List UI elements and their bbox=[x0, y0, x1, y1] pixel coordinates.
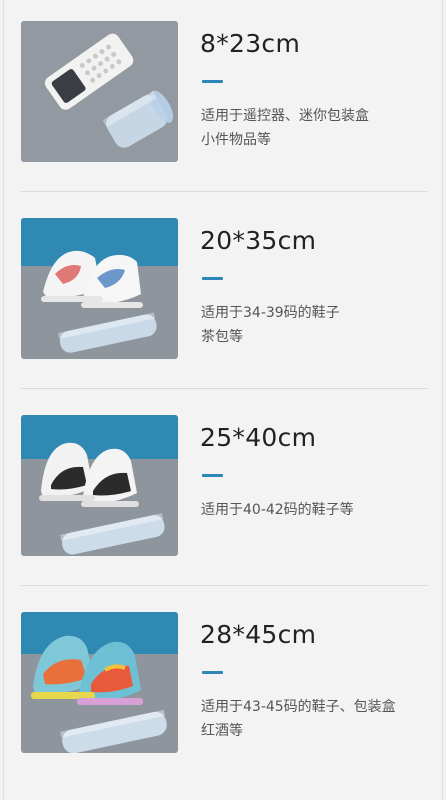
product-photo-remote bbox=[21, 21, 178, 162]
sneakers-photo-illustration bbox=[21, 415, 178, 556]
size-option-25x40: 25*40cm 适用于40-42码的鞋子等 bbox=[0, 394, 446, 591]
size-option-28x45: 28*45cm 适用于43-45码的鞋子、包装盒 红酒等 bbox=[0, 591, 446, 788]
divider bbox=[21, 191, 428, 192]
usage-description: 适用于40-42码的鞋子等 bbox=[201, 498, 421, 522]
usage-line: 适用于34-39码的鞋子 bbox=[201, 305, 340, 321]
usage-description: 适用于34-39码的鞋子 茶包等 bbox=[201, 301, 421, 349]
product-photo-white-sneakers bbox=[21, 218, 178, 359]
accent-bar bbox=[202, 277, 223, 280]
size-label: 20*35cm bbox=[200, 226, 317, 255]
usage-description: 适用于遥控器、迷你包装盒 小件物品等 bbox=[201, 104, 421, 152]
divider bbox=[21, 388, 428, 389]
size-option-20x35: 20*35cm 适用于34-39码的鞋子 茶包等 bbox=[0, 197, 446, 394]
usage-line: 适用于遥控器、迷你包装盒 bbox=[201, 108, 369, 124]
usage-line: 茶包等 bbox=[201, 329, 243, 345]
usage-line: 小件物品等 bbox=[201, 132, 271, 148]
sneakers-photo-illustration bbox=[21, 218, 178, 359]
usage-line: 适用于43-45码的鞋子、包装盒 bbox=[201, 699, 396, 715]
product-photo-black-white-sneakers bbox=[21, 415, 178, 556]
accent-bar bbox=[202, 80, 223, 83]
usage-line: 红酒等 bbox=[201, 723, 243, 739]
remote-photo-illustration bbox=[21, 21, 178, 162]
accent-bar bbox=[202, 474, 223, 477]
size-label: 28*45cm bbox=[200, 620, 317, 649]
size-option-8x23: 8*23cm 适用于遥控器、迷你包装盒 小件物品等 bbox=[0, 0, 446, 197]
product-size-list: 8*23cm 适用于遥控器、迷你包装盒 小件物品等 20*35cm 适用于34-… bbox=[0, 0, 446, 800]
size-label: 8*23cm bbox=[200, 29, 301, 58]
usage-description: 适用于43-45码的鞋子、包装盒 红酒等 bbox=[201, 695, 421, 743]
accent-bar bbox=[202, 671, 223, 674]
size-label: 25*40cm bbox=[200, 423, 317, 452]
divider bbox=[21, 585, 428, 586]
sneakers-photo-illustration bbox=[21, 612, 178, 753]
usage-line: 适用于40-42码的鞋子等 bbox=[201, 502, 354, 518]
product-photo-basketball-shoes bbox=[21, 612, 178, 753]
